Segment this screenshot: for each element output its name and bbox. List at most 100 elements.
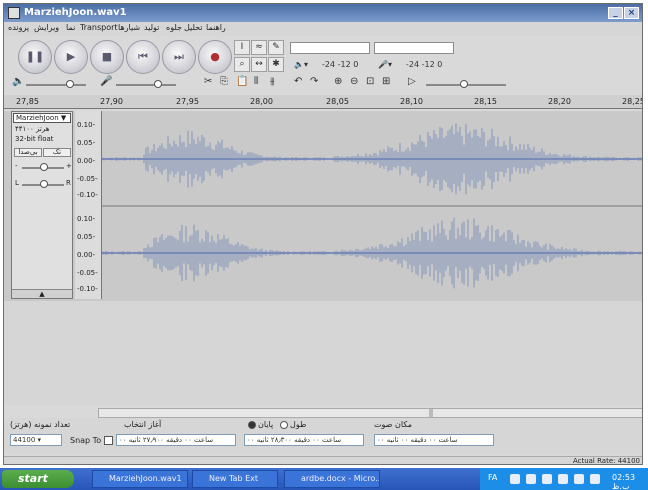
stop-icon: ■ — [101, 50, 113, 63]
tray-icon[interactable] — [510, 474, 520, 484]
record-meter-scale: -24 -12 0 — [406, 60, 443, 69]
rate-label: تعداد نمونه (هرتز) — [10, 420, 71, 429]
gain-knob[interactable] — [40, 163, 48, 171]
silence-icon[interactable]: ⫵ — [270, 76, 275, 92]
start-button[interactable]: start — [2, 470, 74, 488]
language-indicator[interactable]: FA — [488, 473, 497, 482]
menu-generate[interactable]: تولید — [144, 23, 159, 32]
fit-project-icon[interactable]: ⊞ — [382, 76, 390, 92]
menu-effect[interactable]: جلوه — [166, 23, 182, 32]
record-icon: ● — [210, 50, 220, 63]
waveform-display[interactable] — [102, 111, 642, 299]
pause-button[interactable]: ❚❚ — [18, 40, 52, 74]
snap-to-checkbox[interactable] — [104, 436, 113, 445]
scale-label: 0.00- — [77, 157, 96, 165]
mute-button[interactable]: بی‌صدا — [14, 148, 42, 157]
audio-position-field[interactable]: ۰۰ ساعت ۰۰ دقیقه ۰۰ ثانیه — [374, 434, 494, 446]
pencil-icon: ✎ — [272, 42, 280, 52]
project-rate-select[interactable]: 44100 ▾ — [10, 434, 62, 446]
zoom-tool[interactable]: ⌕ — [234, 57, 250, 72]
undo-icon[interactable]: ↶ — [294, 76, 302, 92]
gain-minus: - — [15, 162, 18, 170]
horizontal-scrollbar[interactable] — [98, 408, 642, 418]
multi-tool[interactable]: ✱ — [268, 57, 284, 72]
output-volume-knob[interactable] — [66, 80, 74, 88]
envelope-tool[interactable]: ≈ — [251, 40, 267, 55]
minimize-button[interactable]: _ — [608, 7, 623, 19]
menu-tracks[interactable]: شیارها — [118, 23, 140, 32]
menu-transport[interactable]: Transport — [80, 23, 118, 32]
menu-bar: پرونده ویرایش نما Transport شیارها تولید… — [4, 22, 642, 36]
skip-start-button[interactable]: ⏮ — [126, 40, 160, 74]
ruler-corner: 27,85 — [4, 95, 94, 109]
timeshift-tool[interactable]: ↔ — [251, 57, 267, 72]
pause-icon: ❚❚ — [25, 50, 45, 63]
scale-label: 0.10- — [77, 121, 96, 129]
trim-icon[interactable]: ⫴ — [254, 76, 258, 92]
play-button[interactable]: ▶ — [54, 40, 88, 74]
pan-knob[interactable] — [40, 180, 48, 188]
select-tool[interactable]: I — [234, 40, 250, 55]
fit-selection-icon[interactable]: ⊡ — [366, 76, 374, 92]
menu-analyze[interactable]: تحلیل — [184, 23, 203, 32]
paste-icon[interactable]: 📋 — [236, 76, 248, 92]
copy-icon[interactable]: ⎘ — [220, 76, 228, 92]
selection-end-field[interactable]: ۰۰ ساعت ۰۰ دقیقه ۲۸٫۳۰۰ ثانیه — [244, 434, 364, 446]
tray-icon[interactable] — [574, 474, 584, 484]
clock: 02:53 ب.ظ — [612, 473, 636, 490]
draw-tool[interactable]: ✎ — [268, 40, 284, 55]
redo-icon[interactable]: ↷ — [310, 76, 318, 92]
output-volume-slider[interactable] — [26, 84, 86, 86]
taskbar-item-browser[interactable]: New Tab Ext — [192, 470, 278, 488]
end-radio[interactable] — [248, 421, 256, 429]
skip-end-button[interactable]: ⏭ — [162, 40, 196, 74]
track-control-panel: MarziehJoon ▼ ۴۴۱۰۰ هرتز 32-bit float بی… — [11, 111, 73, 299]
close-button[interactable]: × — [624, 7, 639, 19]
track-rate: ۴۴۱۰۰ هرتز — [15, 125, 50, 133]
cut-icon[interactable]: ✂ — [204, 76, 212, 92]
input-volume-knob[interactable] — [154, 80, 162, 88]
zoom-in-icon[interactable]: ⊕ — [334, 76, 342, 92]
ruler-tick: 27,85 — [16, 97, 39, 106]
play-at-speed-icon[interactable]: ▷ — [408, 76, 416, 92]
input-volume-slider[interactable] — [116, 84, 176, 86]
skip-start-icon: ⏮ — [138, 50, 148, 63]
taskbar-item-audacity[interactable]: MarziehJoon.wav1 — [92, 470, 188, 488]
record-button[interactable]: ● — [198, 40, 232, 74]
ruler-tick: 28,15 — [474, 97, 497, 106]
ruler-tick: 28,10 — [400, 97, 423, 106]
tray-icon[interactable] — [558, 474, 568, 484]
length-radio[interactable] — [280, 421, 288, 429]
empty-track-space[interactable] — [4, 301, 642, 405]
play-icon: ▶ — [66, 50, 76, 63]
skip-end-icon: ⏭ — [174, 50, 184, 63]
snap-to-label: Snap To — [70, 436, 102, 445]
menu-help[interactable]: راهنما — [206, 23, 226, 32]
scroll-thumb[interactable] — [429, 409, 433, 417]
record-meter — [374, 42, 454, 54]
pan-right: R — [66, 179, 71, 187]
tray-icon[interactable] — [526, 474, 536, 484]
scale-label: 0.05- — [77, 233, 96, 241]
taskbar-item-word[interactable]: ardbe.docx - Micro... — [284, 470, 380, 488]
track-name-dropdown[interactable]: MarziehJoon ▼ — [13, 113, 71, 123]
collapse-button[interactable]: ▲ — [12, 289, 72, 298]
actual-rate: Actual Rate: 44100 — [572, 457, 640, 465]
zoom-out-icon[interactable]: ⊖ — [350, 76, 358, 92]
pan-left: L — [15, 179, 19, 187]
play-speed-knob[interactable] — [460, 80, 468, 88]
selection-start-label: آغاز انتخاب — [124, 420, 162, 429]
menu-edit[interactable]: ویرایش — [34, 23, 59, 32]
menu-file[interactable]: پرونده — [8, 23, 29, 32]
scale-label: -0.10- — [77, 285, 98, 293]
system-tray: FA 02:53 ب.ظ — [480, 468, 648, 490]
timeline-ruler[interactable]: 27,90 27,95 28,00 28,05 28,10 28,15 28,2… — [94, 95, 642, 109]
selection-start-field[interactable]: ۰۰ ساعت ۰۰ دقیقه ۲۷٫۹۰۰ ثانیه — [116, 434, 236, 446]
speaker-icon: 🔈▾ — [294, 60, 308, 69]
tray-icon[interactable] — [590, 474, 600, 484]
solo-button[interactable]: تک — [43, 148, 71, 157]
tray-icon[interactable] — [542, 474, 552, 484]
menu-view[interactable]: نما — [66, 23, 75, 32]
stop-button[interactable]: ■ — [90, 40, 124, 74]
scale-label: 0.10- — [77, 215, 96, 223]
